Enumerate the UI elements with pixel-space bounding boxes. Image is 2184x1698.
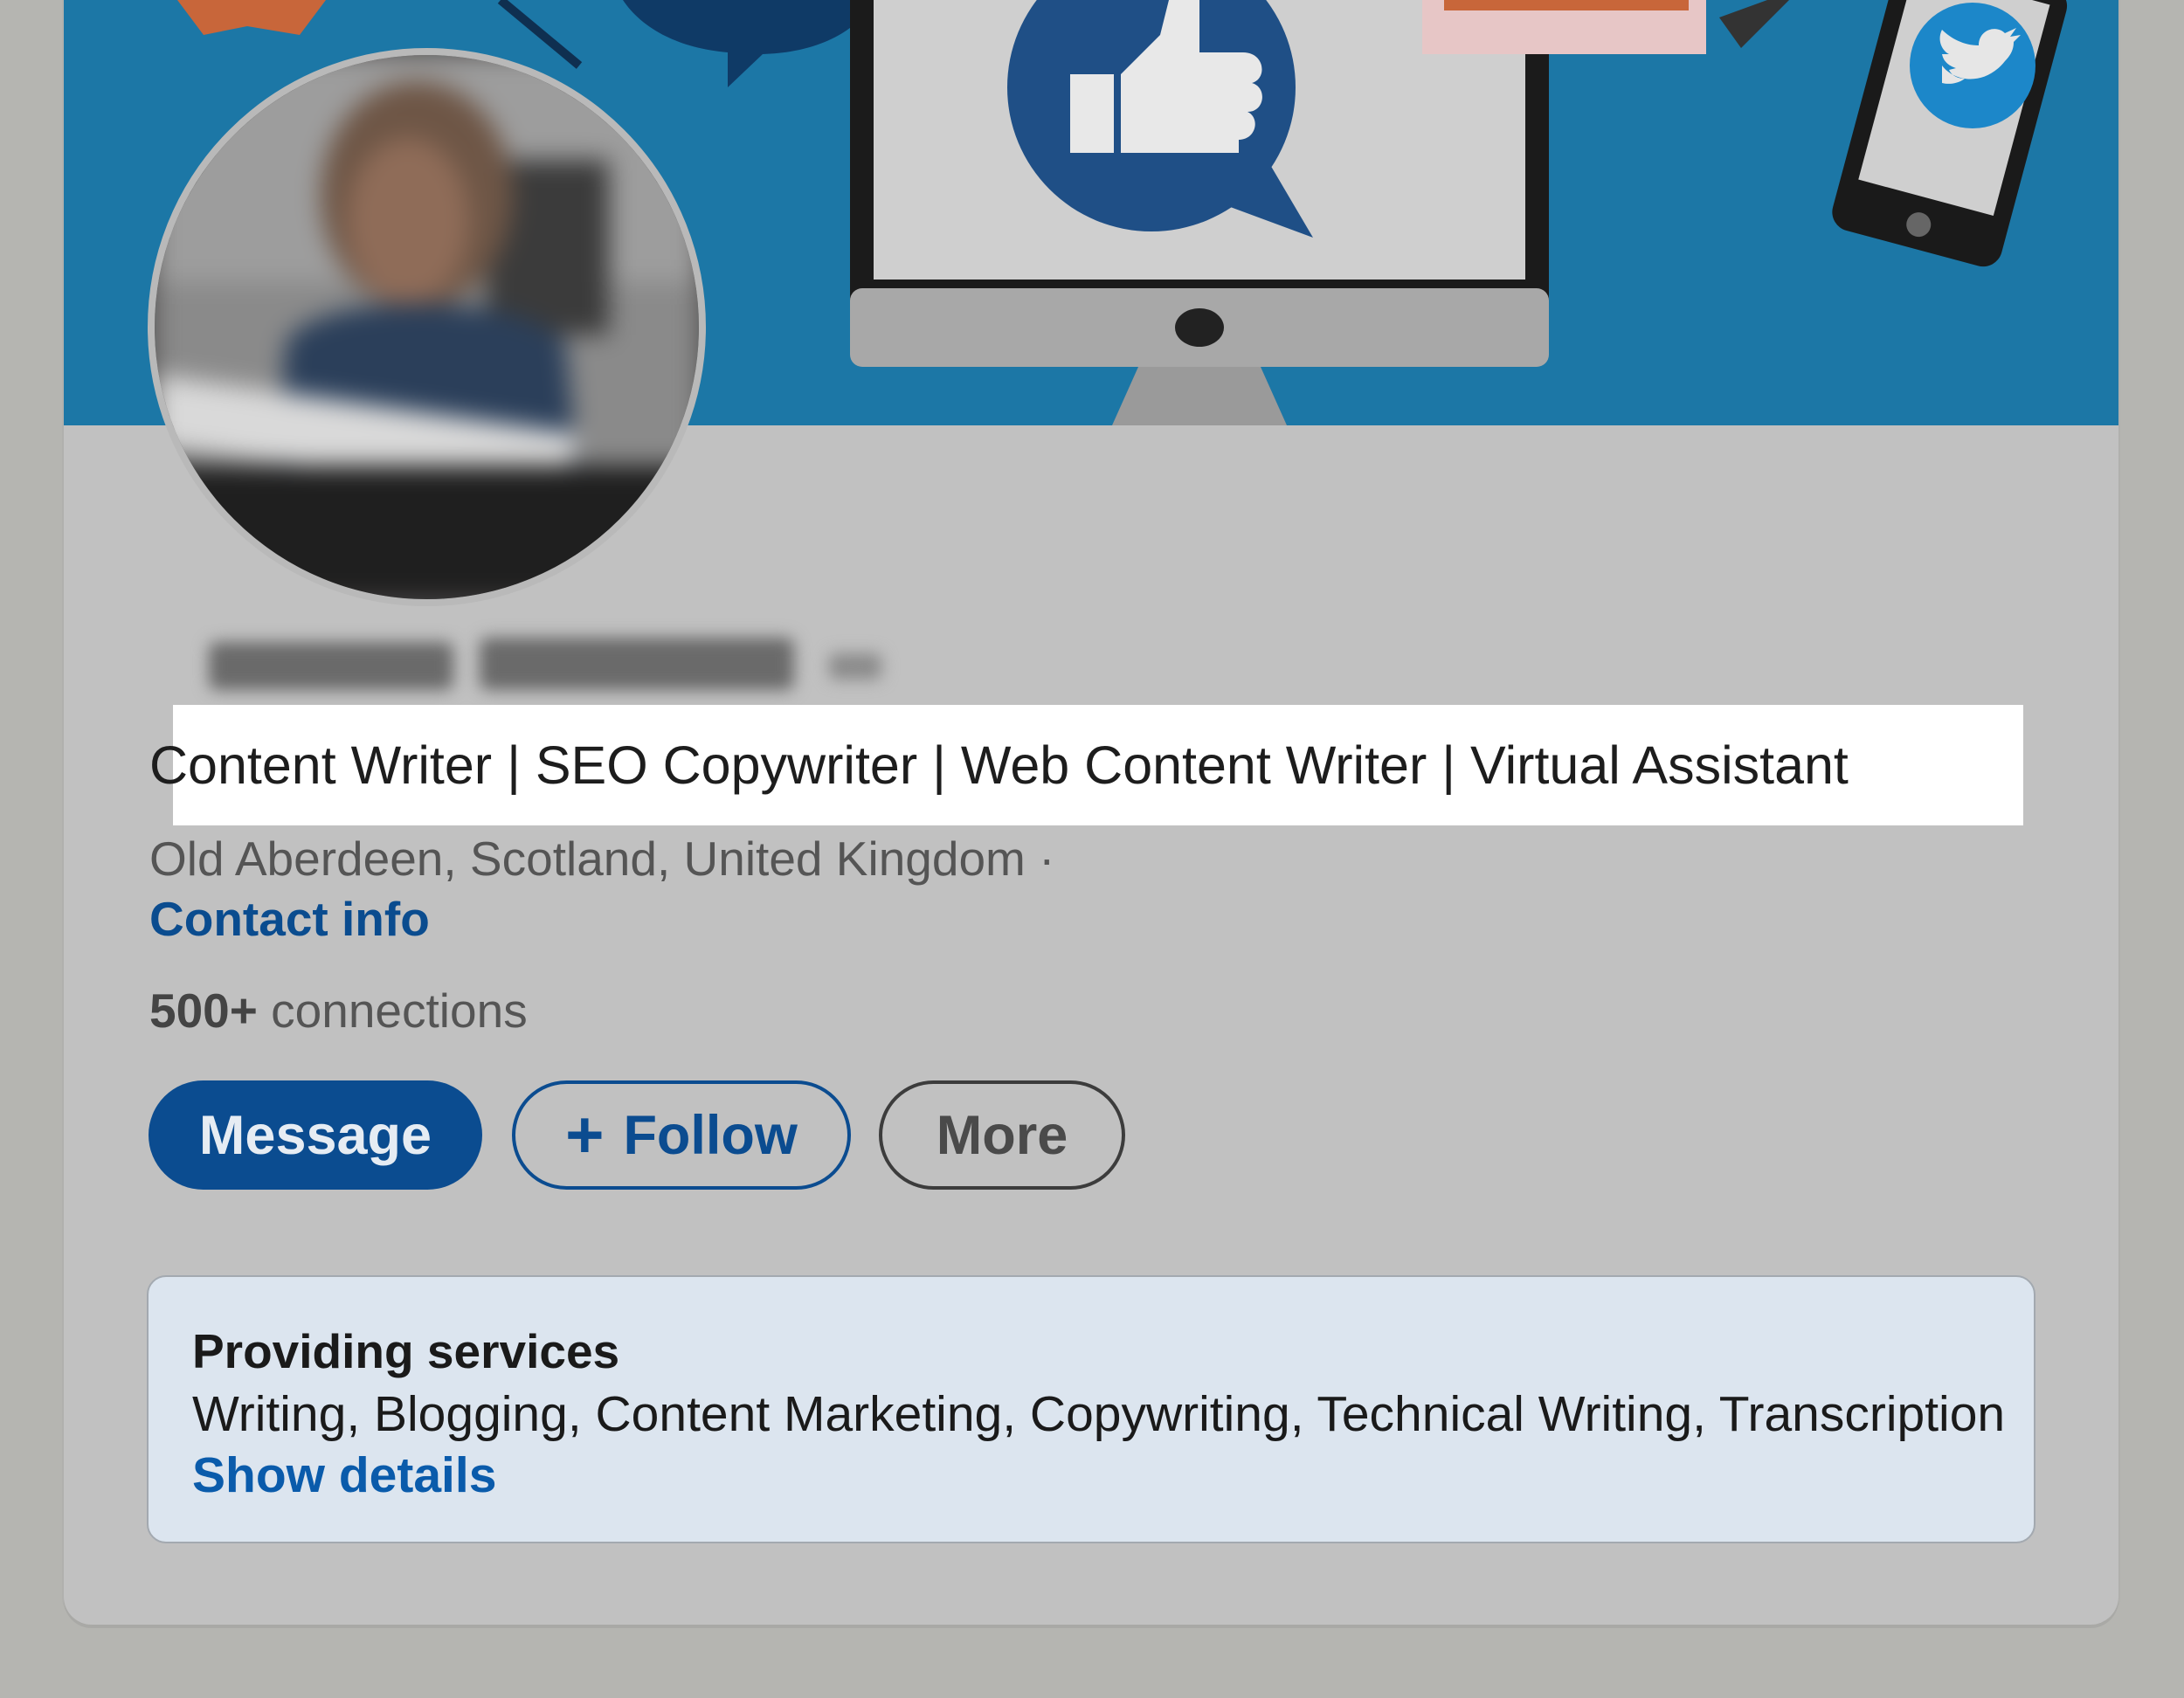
connections-label: connections bbox=[257, 984, 528, 1038]
profile-name-blurred bbox=[148, 620, 899, 708]
services-panel: Providing services Writing, Blogging, Co… bbox=[147, 1275, 2035, 1543]
message-button[interactable]: Message bbox=[149, 1080, 482, 1190]
follow-button[interactable]: + Follow bbox=[512, 1080, 851, 1190]
twitter-bird-icon bbox=[1910, 3, 2035, 128]
contact-info-link[interactable]: Contact info bbox=[149, 890, 430, 948]
profile-location: Old Aberdeen, Scotland, United Kingdom · bbox=[149, 832, 1055, 886]
profile-avatar[interactable] bbox=[148, 48, 706, 606]
profile-headline: Content Writer | SEO Copywriter | Web Co… bbox=[149, 735, 1849, 795]
connections-number: 500+ bbox=[149, 984, 258, 1038]
show-details-link[interactable]: Show details bbox=[192, 1446, 496, 1504]
follow-label: Follow bbox=[623, 1104, 798, 1166]
plus-icon: + bbox=[565, 1098, 605, 1172]
more-button[interactable]: More bbox=[879, 1080, 1125, 1190]
services-list: Writing, Blogging, Content Marketing, Co… bbox=[192, 1386, 2006, 1442]
services-title: Providing services bbox=[192, 1324, 620, 1378]
connections-count: 500+ connections bbox=[149, 982, 528, 1039]
